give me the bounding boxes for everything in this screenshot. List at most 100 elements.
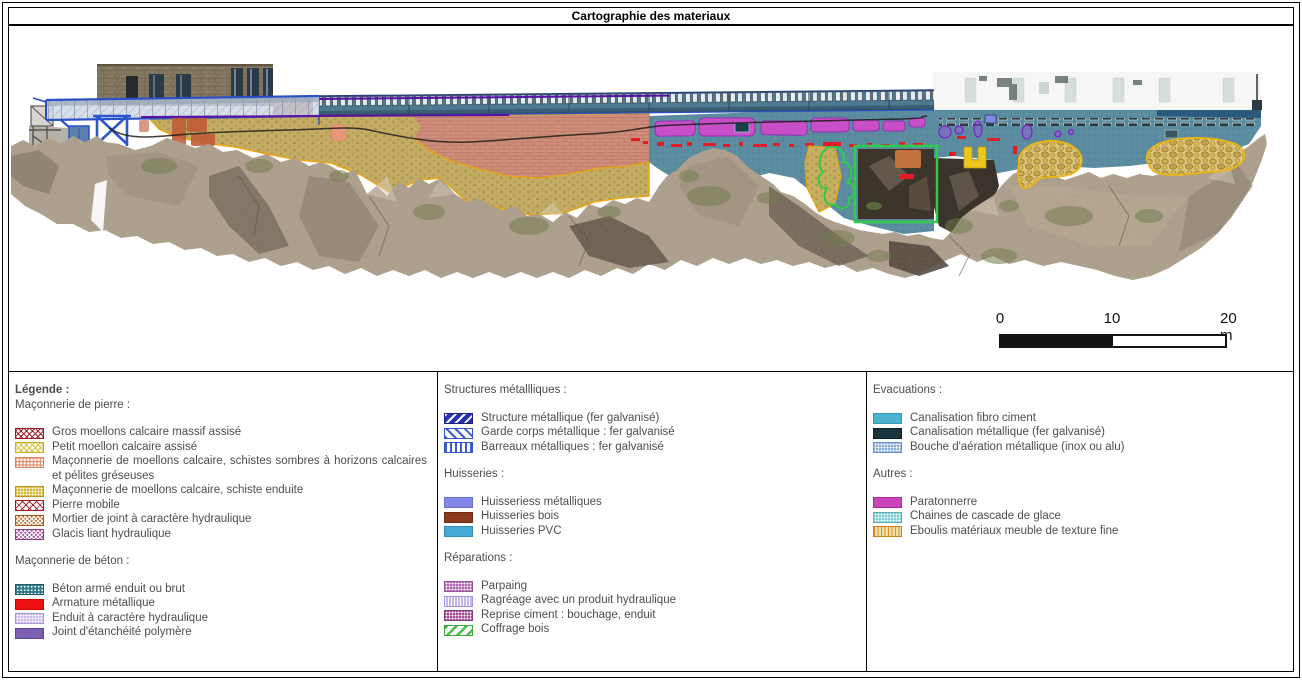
metal-frame-box [985, 115, 996, 123]
legend-section: Autres :ParatonnerreChaines de cascade d… [873, 467, 1283, 538]
legend-item-label: Maçonnerie de moellons calcaire, schiste… [52, 454, 427, 483]
figure-area: 0 10 20 m [9, 26, 1293, 371]
content-box: 0 10 20 m Légende :Maçonnerie de pierre … [8, 25, 1294, 672]
legend-item-label: Maçonnerie de moellons calcaire, schiste… [52, 483, 427, 498]
legend-section: Maçonnerie de pierre : Gros moellons calc… [15, 398, 427, 542]
legend-item-label: Mortier de joint à caractère hydraulique [52, 512, 427, 527]
legend-item: Ragréage avec un produit hydraulique [444, 593, 856, 608]
legend-section: Evacuations : Canalisation fibro cimentCa… [873, 383, 1283, 454]
legend-item: Petit moellon calcaire assisé [15, 440, 427, 455]
legend-item-label: Reprise ciment : bouchage, enduit [481, 608, 856, 623]
scale-bar-white-segment [1113, 336, 1225, 346]
glacis-swatch [15, 529, 44, 540]
legend-item-label: Chaines de cascade de glace [910, 509, 1283, 524]
legend-item: Huisseries bois [444, 509, 856, 524]
legend-item-label: Canalisation fibro ciment [910, 411, 1283, 426]
paratonnerre-swatch [873, 497, 902, 508]
enduit-hydraulique-swatch [15, 613, 44, 624]
structure-metallique-swatch [444, 413, 473, 424]
legend-item: Enduit à caractère hydraulique [15, 611, 427, 626]
legend-item: Reprise ciment : bouchage, enduit [444, 608, 856, 623]
canalisation-metal-swatch [873, 428, 902, 439]
scale-tick-0: 0 [996, 310, 1004, 327]
legend-item: Glacis liant hydraulique [15, 527, 427, 542]
huisserie-pvc-swatch [444, 526, 473, 537]
mortier-joint-swatch [15, 515, 44, 526]
legend-section-title: Maçonnerie de béton : [15, 554, 427, 569]
ragreage-swatch [444, 596, 473, 607]
legend-item-label: Joint d'étanchéité polymère [52, 625, 427, 640]
legend-item: Béton armé enduit ou brut [15, 582, 427, 597]
legend-item-label: Structure métallique (fer galvanisé) [481, 411, 856, 426]
legend-item-label: Paratonnerre [910, 495, 1283, 510]
barreaux-swatch [444, 442, 473, 453]
legend-item-label: Béton armé enduit ou brut [52, 582, 427, 597]
legend-section: Réparations : ParpaingRagréage avec un pr… [444, 551, 856, 637]
legend-item-label: Bouche d'aération métallique (inox ou al… [910, 440, 1283, 455]
armature-swatch [15, 599, 44, 610]
legend-item-label: Ragréage avec un produit hydraulique [481, 593, 856, 608]
legend-item: Joint d'étanchéité polymère [15, 625, 427, 640]
legend-item: Barreaux métalliques : fer galvanisé [444, 440, 856, 455]
recessed-box [1165, 130, 1178, 138]
legend-item-label: Pierre mobile [52, 498, 427, 513]
legend-item: Parpaing [444, 579, 856, 594]
legend-item-label: Coffrage bois [481, 622, 856, 637]
legend-item-label: Barreaux métalliques : fer galvanisé [481, 440, 856, 455]
legend-item: Garde corps métallique : fer galvanisé [444, 425, 856, 440]
page-title: Cartographie des materiaux [572, 9, 731, 23]
legend-item: Canalisation métallique (fer galvanisé) [873, 425, 1283, 440]
coffrage-zone [805, 146, 937, 222]
pierre-mobile-swatch [15, 500, 44, 511]
legend-item: Gros moellons calcaire massif assisé [15, 425, 427, 440]
legend-item-label: Huisseries bois [481, 509, 856, 524]
legend-item-label: Gros moellons calcaire massif assisé [52, 425, 427, 440]
legend-item: Chaines de cascade de glace [873, 509, 1283, 524]
scale-bar-black-segment [1001, 336, 1113, 346]
legend-item: Maçonnerie de moellons calcaire, schiste… [15, 483, 427, 498]
title-bar: Cartographie des materiaux [8, 7, 1294, 25]
schistes-sombres-swatch [15, 457, 44, 468]
legend-item-label: Eboulis matériaux meuble de texture fine [910, 524, 1283, 539]
legend-item-label: Garde corps métallique : fer galvanisé [481, 425, 856, 440]
legend-section: Maçonnerie de béton : Béton armé enduit o… [15, 554, 427, 640]
orange-patch-in-cave [895, 150, 921, 168]
scale-bar: 0 10 20 m [969, 310, 1259, 354]
legend-item-label: Armature métallique [52, 596, 427, 611]
beton-arme-swatch [15, 584, 44, 595]
coffrage-bois-swatch [444, 625, 473, 636]
legend-item: Coffrage bois [444, 622, 856, 637]
legend: Légende :Maçonnerie de pierre : Gros moel… [9, 371, 1293, 672]
legend-item: Structure métallique (fer galvanisé) [444, 411, 856, 426]
legend-section-title: Huisseries : [444, 467, 856, 482]
legend-column-2: Structures métallliques : Structure métal… [437, 372, 866, 672]
legend-item: Bouche d'aération métallique (inox ou al… [873, 440, 1283, 455]
petit-moellon-swatch [15, 442, 44, 453]
legend-column-3: Evacuations : Canalisation fibro cimentCa… [866, 372, 1293, 672]
canalisation-fibro-swatch [873, 413, 902, 424]
legend-section-title: Structures métallliques : [444, 383, 856, 398]
huisserie-metal-swatch [444, 497, 473, 508]
schiste-enduite-swatch [15, 486, 44, 497]
legend-item: Paratonnerre [873, 495, 1283, 510]
legend-title: Légende : [15, 383, 427, 398]
legend-item-label: Parpaing [481, 579, 856, 594]
legend-item-label: Petit moellon calcaire assisé [52, 440, 427, 455]
legend-item: Maçonnerie de moellons calcaire, schiste… [15, 454, 427, 483]
scale-bar-rule [999, 334, 1227, 348]
legend-item-label: Canalisation métallique (fer galvanisé) [910, 425, 1283, 440]
white-building [933, 72, 1262, 110]
legend-section-title: Evacuations : [873, 383, 1283, 398]
reprise-ciment-swatch [444, 610, 473, 621]
legend-section-title: Maçonnerie de pierre : [15, 398, 427, 413]
bouche-aeration-swatch [873, 442, 902, 453]
legend-item: Huisseriess métalliques [444, 495, 856, 510]
legend-section: Structures métallliques : Structure métal… [444, 383, 856, 454]
chaines-glace-swatch [873, 512, 902, 523]
legend-section-title: Réparations : [444, 551, 856, 566]
legend-column-1: Légende :Maçonnerie de pierre : Gros moel… [9, 372, 437, 672]
huisserie-bois-swatch [444, 512, 473, 523]
legend-item: Armature métallique [15, 596, 427, 611]
legend-item: Huisseries PVC [444, 524, 856, 539]
legend-item-label: Glacis liant hydraulique [52, 527, 427, 542]
